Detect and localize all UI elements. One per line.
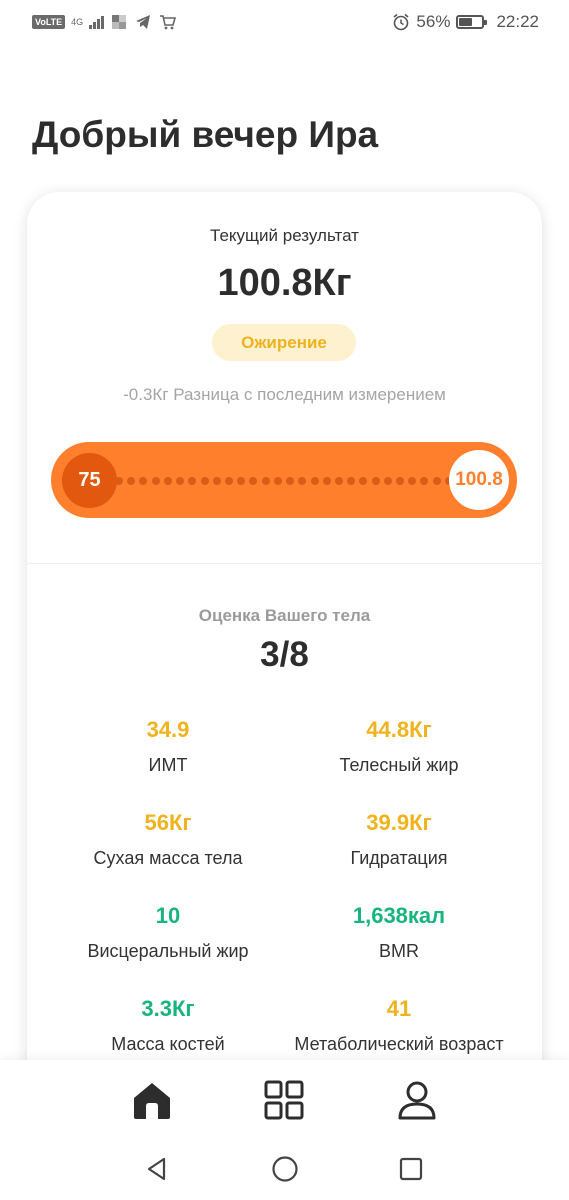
- metric-hydration[interactable]: 39.9Кг Гидратация: [269, 810, 529, 869]
- metric-label: Висцеральный жир: [87, 941, 249, 961]
- home-circle-icon: [272, 1156, 298, 1182]
- system-home-button[interactable]: [270, 1154, 300, 1184]
- progress-dot: [408, 476, 417, 485]
- metric-value: 39.9Кг: [366, 810, 432, 835]
- progress-dot: [237, 476, 246, 485]
- range-start-marker: 75: [62, 453, 117, 508]
- progress-dot: [310, 476, 319, 485]
- metric-body-fat[interactable]: 44.8Кг Телесный жир: [269, 717, 529, 776]
- progress-dot: [371, 476, 380, 485]
- grid-icon: [264, 1080, 304, 1120]
- progress-dot: [286, 476, 295, 485]
- volte-icon: VoLTE: [32, 15, 66, 29]
- metric-label: Метаболический возраст: [294, 1034, 504, 1054]
- current-result-label: Текущий результат: [210, 226, 359, 245]
- progress-dot: [212, 476, 221, 485]
- weight-card: Текущий результат 100.8Кг Ожирение -0.3К…: [27, 192, 542, 1092]
- telegram-icon: [134, 13, 152, 31]
- progress-dot: [432, 476, 441, 485]
- metric-label: Сухая масса тела: [93, 848, 243, 868]
- status-right: 56% 22:22: [392, 12, 539, 32]
- home-icon: [134, 1083, 170, 1119]
- network-type: 4G: [71, 16, 84, 27]
- metric-value: 41: [386, 996, 412, 1021]
- metric-label: Гидратация: [350, 848, 448, 868]
- metric-value: 34.9: [146, 717, 190, 742]
- progress-dot: [115, 476, 123, 485]
- nav-home-button[interactable]: [130, 1078, 174, 1122]
- nav-dashboard-button[interactable]: [262, 1078, 306, 1122]
- metric-metabolic-age[interactable]: 41 Метаболический возраст: [269, 996, 529, 1055]
- progress-dot: [383, 476, 392, 485]
- progress-dot: [261, 476, 270, 485]
- metric-bmr[interactable]: 1,638кал BMR: [269, 903, 529, 962]
- progress-dot: [396, 476, 405, 485]
- clock: 22:22: [496, 12, 539, 31]
- progress-dot: [224, 476, 233, 485]
- metric-label: BMR: [379, 941, 419, 961]
- metric-lean-mass[interactable]: 56Кг Сухая масса тела: [38, 810, 298, 869]
- progress-dot: [176, 476, 185, 485]
- signal-icon: [89, 15, 105, 29]
- system-recents-button[interactable]: [396, 1154, 426, 1184]
- weight-difference: -0.3Кг Разница с последним измерением: [123, 385, 446, 404]
- body-score-label: Оценка Вашего тела: [198, 606, 371, 625]
- progress-dot: [127, 476, 136, 485]
- progress-dot: [188, 476, 197, 485]
- metric-value: 44.8Кг: [366, 717, 432, 742]
- metric-label: Телесный жир: [339, 755, 459, 775]
- user-icon: [398, 1081, 436, 1120]
- alarm-icon: [392, 13, 410, 31]
- metric-label: ИМТ: [148, 755, 188, 775]
- back-icon: [147, 1157, 166, 1181]
- body-score-value: 3/8: [260, 635, 309, 674]
- progress-dot: [334, 476, 343, 485]
- progress-dot: [151, 476, 160, 485]
- status-badge: Ожирение: [212, 324, 356, 361]
- battery-icon: [456, 15, 488, 29]
- greeting-title: Добрый вечер Ира: [32, 114, 379, 155]
- metric-label: Масса костей: [111, 1034, 225, 1054]
- bottom-navigation: [0, 1060, 569, 1142]
- progress-dot: [139, 476, 148, 485]
- metric-value: 56Кг: [144, 810, 192, 835]
- system-back-button[interactable]: [142, 1154, 172, 1184]
- progress-dot: [249, 476, 258, 485]
- status-left: VoLTE 4G: [32, 13, 176, 31]
- progress-dot: [347, 476, 356, 485]
- metric-bone-mass[interactable]: 3.3Кг Масса костей: [38, 996, 298, 1055]
- progress-dots: [115, 476, 453, 485]
- weight-progress-track: 75 100.8: [51, 442, 517, 518]
- metric-value: 10: [155, 903, 181, 928]
- card-divider: [27, 563, 542, 564]
- progress-dot: [163, 476, 172, 485]
- battery-percent: 56%: [416, 12, 451, 31]
- metric-value: 1,638кал: [352, 903, 446, 928]
- nav-profile-button[interactable]: [395, 1078, 439, 1122]
- system-navigation: [0, 1142, 569, 1200]
- progress-dot: [200, 476, 209, 485]
- progress-dot: [359, 476, 368, 485]
- progress-dot: [298, 476, 307, 485]
- current-weight: 100.8Кг: [217, 262, 352, 304]
- progress-dot: [322, 476, 331, 485]
- current-weight-marker: 100.8: [449, 450, 509, 510]
- metric-value: 3.3Кг: [141, 996, 195, 1021]
- cart-icon: [158, 13, 176, 31]
- metric-visceral-fat[interactable]: 10 Висцеральный жир: [38, 903, 298, 962]
- metric-bmi[interactable]: 34.9 ИМТ: [38, 717, 298, 776]
- status-bar: VoLTE 4G 56% 22:22: [0, 0, 569, 44]
- recents-icon: [399, 1157, 423, 1181]
- progress-dot: [273, 476, 282, 485]
- progress-dot: [420, 476, 429, 485]
- notification-app-icon: [110, 13, 128, 31]
